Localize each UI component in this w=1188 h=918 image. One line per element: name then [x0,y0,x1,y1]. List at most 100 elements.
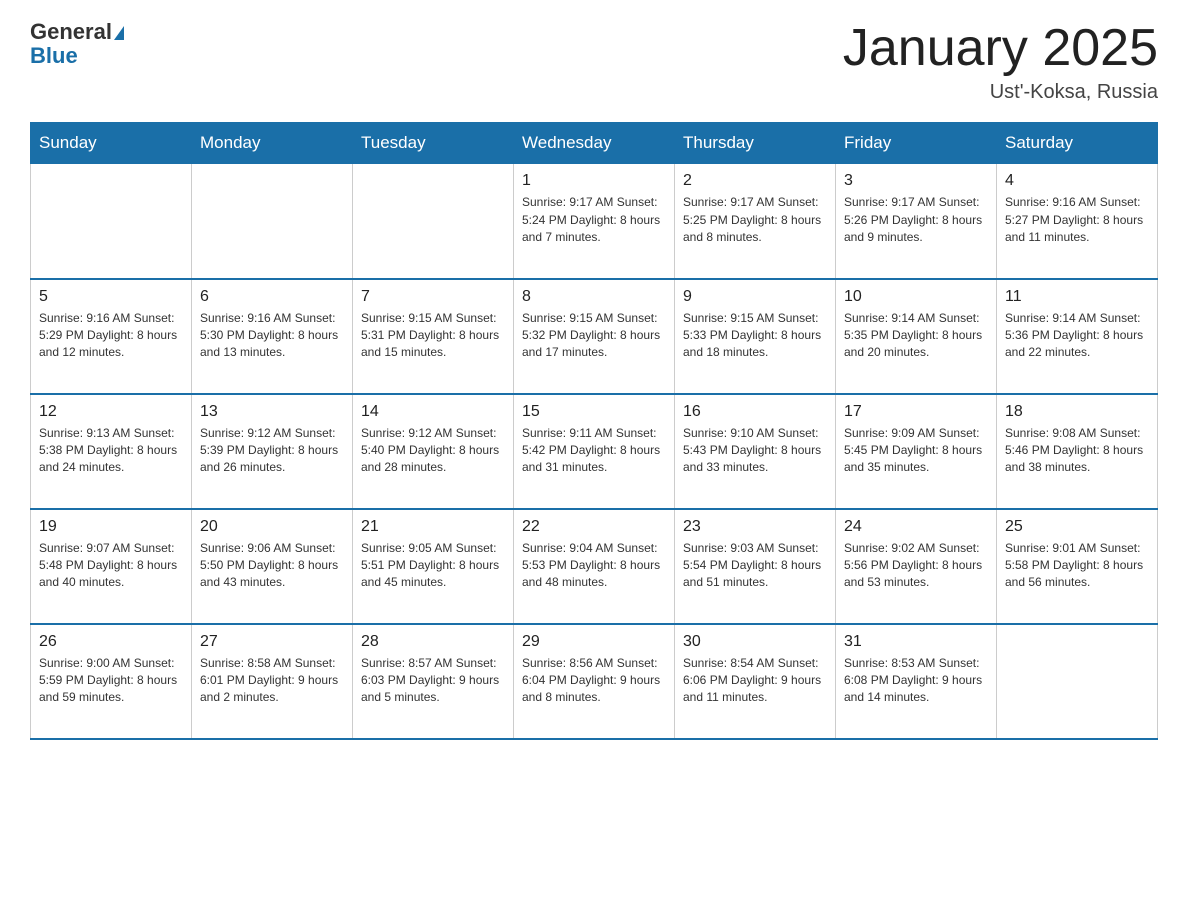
day-info: Sunrise: 9:10 AM Sunset: 5:43 PM Dayligh… [683,425,827,477]
day-number: 2 [683,172,827,190]
day-number: 1 [522,172,666,190]
calendar-cell: 3 Sunrise: 9:17 AM Sunset: 5:26 PM Daylig… [836,164,997,279]
day-info: Sunrise: 8:54 AM Sunset: 6:06 PM Dayligh… [683,655,827,707]
calendar-cell: 12 Sunrise: 9:13 AM Sunset: 5:38 PM Dayli… [31,394,192,509]
day-info: Sunrise: 9:13 AM Sunset: 5:38 PM Dayligh… [39,425,183,477]
day-number: 10 [844,288,988,306]
day-number: 4 [1005,172,1149,190]
day-info: Sunrise: 9:15 AM Sunset: 5:33 PM Dayligh… [683,310,827,362]
day-number: 26 [39,633,183,651]
calendar-cell: 11 Sunrise: 9:14 AM Sunset: 5:36 PM Dayli… [997,279,1158,394]
page-header: General Blue January 2025 Ust'-Koksa, Ru… [30,20,1158,104]
weekday-header-friday: Friday [836,123,997,164]
calendar-cell: 7 Sunrise: 9:15 AM Sunset: 5:31 PM Daylig… [353,279,514,394]
calendar-cell [997,624,1158,739]
logo: General Blue [30,20,124,68]
calendar-cell: 31 Sunrise: 8:53 AM Sunset: 6:08 PM Dayli… [836,624,997,739]
calendar-cell: 18 Sunrise: 9:08 AM Sunset: 5:46 PM Dayli… [997,394,1158,509]
day-number: 6 [200,288,344,306]
calendar-table: SundayMondayTuesdayWednesdayThursdayFrid… [30,122,1158,740]
day-info: Sunrise: 9:16 AM Sunset: 5:30 PM Dayligh… [200,310,344,362]
day-number: 8 [522,288,666,306]
day-info: Sunrise: 9:15 AM Sunset: 5:32 PM Dayligh… [522,310,666,362]
day-number: 17 [844,403,988,421]
calendar-week-row: 12 Sunrise: 9:13 AM Sunset: 5:38 PM Dayli… [31,394,1158,509]
day-info: Sunrise: 9:16 AM Sunset: 5:27 PM Dayligh… [1005,194,1149,246]
day-number: 19 [39,518,183,536]
day-number: 22 [522,518,666,536]
logo-general-text: General [30,19,112,44]
day-info: Sunrise: 9:14 AM Sunset: 5:36 PM Dayligh… [1005,310,1149,362]
day-info: Sunrise: 9:06 AM Sunset: 5:50 PM Dayligh… [200,540,344,592]
calendar-cell: 25 Sunrise: 9:01 AM Sunset: 5:58 PM Dayli… [997,509,1158,624]
weekday-header-saturday: Saturday [997,123,1158,164]
calendar-cell: 19Sunrise: 9:07 AM Sunset: 5:48 PM Dayli… [31,509,192,624]
calendar-cell: 24Sunrise: 9:02 AM Sunset: 5:56 PM Dayli… [836,509,997,624]
day-number: 23 [683,518,827,536]
calendar-cell [192,164,353,279]
calendar-cell: 27 Sunrise: 8:58 AM Sunset: 6:01 PM Dayli… [192,624,353,739]
day-number: 9 [683,288,827,306]
calendar-cell: 23 Sunrise: 9:03 AM Sunset: 5:54 PM Dayli… [675,509,836,624]
calendar-cell: 6 Sunrise: 9:16 AM Sunset: 5:30 PM Daylig… [192,279,353,394]
day-info: Sunrise: 9:17 AM Sunset: 5:25 PM Dayligh… [683,194,827,246]
calendar-cell: 13Sunrise: 9:12 AM Sunset: 5:39 PM Dayli… [192,394,353,509]
calendar-cell: 15 Sunrise: 9:11 AM Sunset: 5:42 PM Dayli… [514,394,675,509]
day-number: 18 [1005,403,1149,421]
day-info: Sunrise: 9:02 AM Sunset: 5:56 PM Dayligh… [844,540,988,592]
calendar-cell: 9 Sunrise: 9:15 AM Sunset: 5:33 PM Daylig… [675,279,836,394]
day-info: Sunrise: 8:58 AM Sunset: 6:01 PM Dayligh… [200,655,344,707]
day-info: Sunrise: 9:11 AM Sunset: 5:42 PM Dayligh… [522,425,666,477]
month-title: January 2025 [843,20,1158,77]
day-number: 27 [200,633,344,651]
day-number: 3 [844,172,988,190]
day-info: Sunrise: 9:05 AM Sunset: 5:51 PM Dayligh… [361,540,505,592]
day-number: 31 [844,633,988,651]
calendar-cell: 8 Sunrise: 9:15 AM Sunset: 5:32 PM Daylig… [514,279,675,394]
calendar-cell: 20 Sunrise: 9:06 AM Sunset: 5:50 PM Dayli… [192,509,353,624]
day-info: Sunrise: 9:08 AM Sunset: 5:46 PM Dayligh… [1005,425,1149,477]
calendar-cell: 30 Sunrise: 8:54 AM Sunset: 6:06 PM Dayli… [675,624,836,739]
day-info: Sunrise: 8:57 AM Sunset: 6:03 PM Dayligh… [361,655,505,707]
day-number: 5 [39,288,183,306]
day-info: Sunrise: 9:12 AM Sunset: 5:40 PM Dayligh… [361,425,505,477]
day-info: Sunrise: 9:00 AM Sunset: 5:59 PM Dayligh… [39,655,183,707]
weekday-header-tuesday: Tuesday [353,123,514,164]
day-info: Sunrise: 9:04 AM Sunset: 5:53 PM Dayligh… [522,540,666,592]
location-title: Ust'-Koksa, Russia [843,81,1158,104]
calendar-week-row: 5Sunrise: 9:16 AM Sunset: 5:29 PM Daylig… [31,279,1158,394]
logo-blue-text: Blue [30,44,124,68]
day-info: Sunrise: 8:53 AM Sunset: 6:08 PM Dayligh… [844,655,988,707]
day-number: 21 [361,518,505,536]
calendar-cell: 17Sunrise: 9:09 AM Sunset: 5:45 PM Dayli… [836,394,997,509]
calendar-cell: 1Sunrise: 9:17 AM Sunset: 5:24 PM Daylig… [514,164,675,279]
day-number: 20 [200,518,344,536]
day-number: 28 [361,633,505,651]
calendar-cell: 10 Sunrise: 9:14 AM Sunset: 5:35 PM Dayli… [836,279,997,394]
day-number: 25 [1005,518,1149,536]
day-number: 14 [361,403,505,421]
day-number: 7 [361,288,505,306]
day-number: 12 [39,403,183,421]
day-number: 11 [1005,288,1149,306]
weekday-header-sunday: Sunday [31,123,192,164]
day-number: 13 [200,403,344,421]
day-number: 16 [683,403,827,421]
calendar-cell: 14 Sunrise: 9:12 AM Sunset: 5:40 PM Dayli… [353,394,514,509]
calendar-cell: 26 Sunrise: 9:00 AM Sunset: 5:59 PM Dayli… [31,624,192,739]
weekday-header-monday: Monday [192,123,353,164]
day-info: Sunrise: 9:03 AM Sunset: 5:54 PM Dayligh… [683,540,827,592]
day-number: 29 [522,633,666,651]
day-info: Sunrise: 9:14 AM Sunset: 5:35 PM Dayligh… [844,310,988,362]
day-info: Sunrise: 9:17 AM Sunset: 5:26 PM Dayligh… [844,194,988,246]
weekday-header-row: SundayMondayTuesdayWednesdayThursdayFrid… [31,123,1158,164]
day-info: Sunrise: 9:01 AM Sunset: 5:58 PM Dayligh… [1005,540,1149,592]
day-number: 15 [522,403,666,421]
day-info: Sunrise: 9:15 AM Sunset: 5:31 PM Dayligh… [361,310,505,362]
calendar-cell: 16 Sunrise: 9:10 AM Sunset: 5:43 PM Dayli… [675,394,836,509]
day-info: Sunrise: 8:56 AM Sunset: 6:04 PM Dayligh… [522,655,666,707]
calendar-cell: 28 Sunrise: 8:57 AM Sunset: 6:03 PM Dayli… [353,624,514,739]
logo-triangle-icon [114,26,124,40]
calendar-cell: 4 Sunrise: 9:16 AM Sunset: 5:27 PM Daylig… [997,164,1158,279]
day-number: 30 [683,633,827,651]
